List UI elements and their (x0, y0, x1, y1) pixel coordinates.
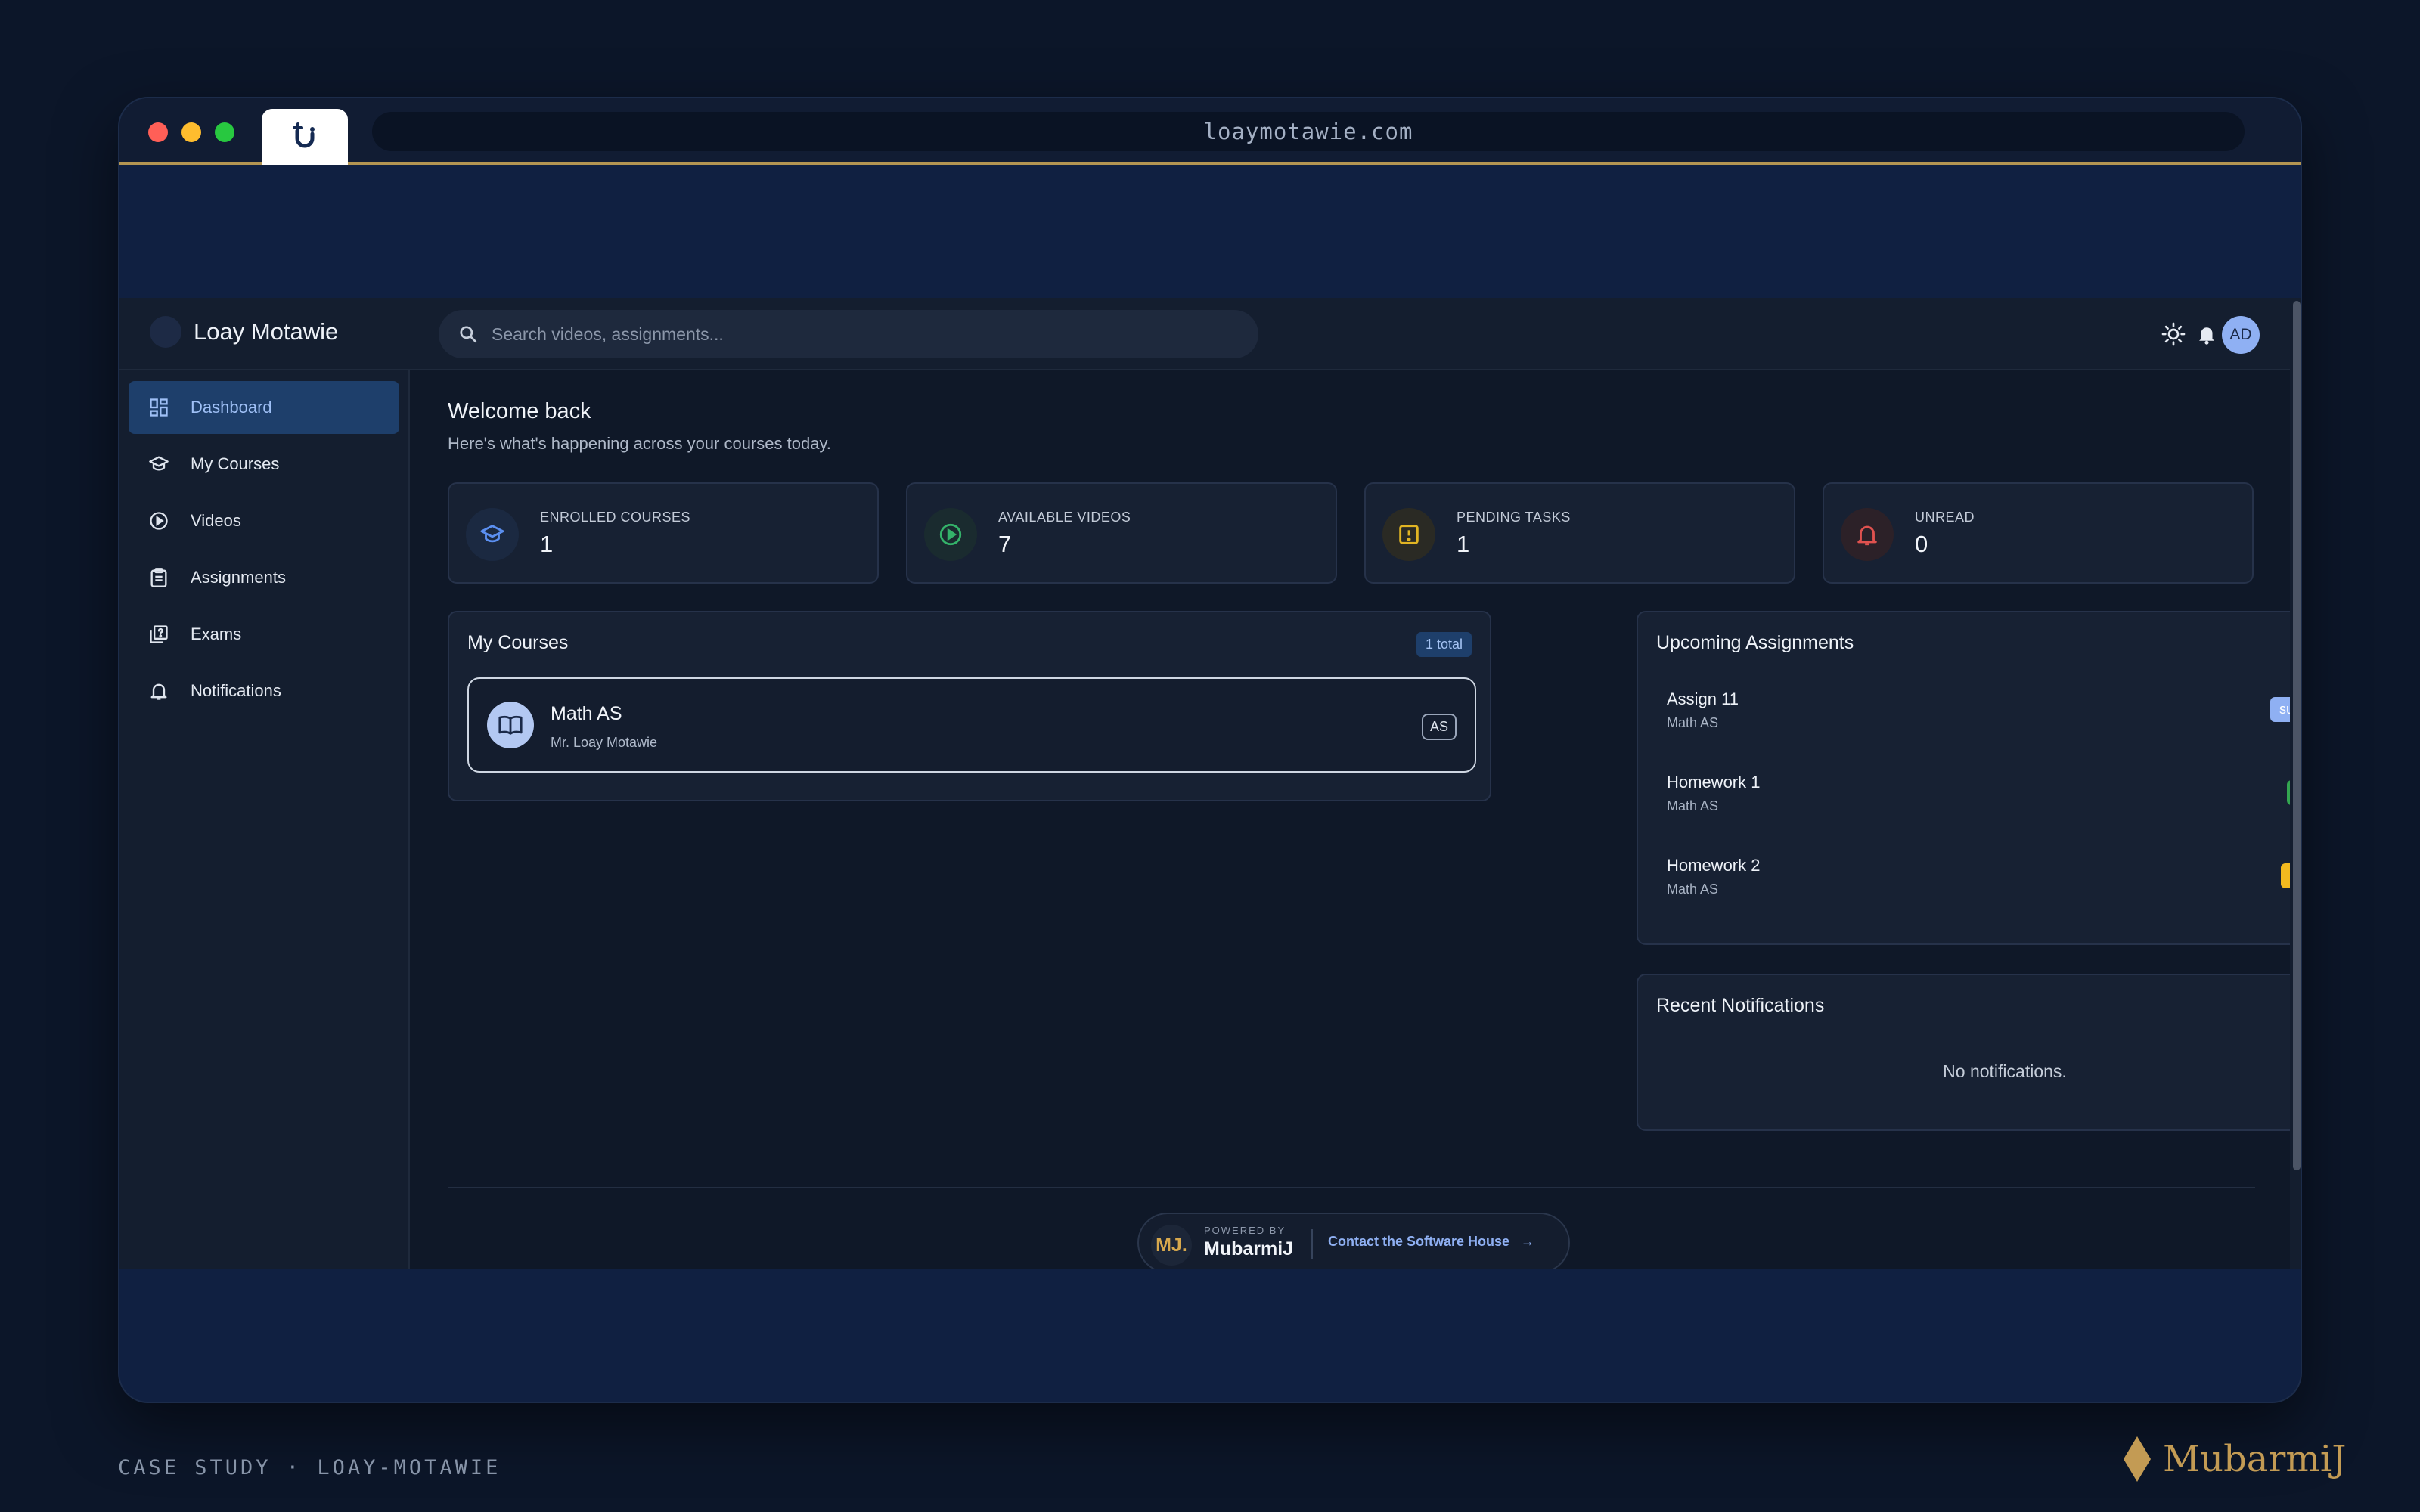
app-header: Loay Motawie Search videos, assignments.… (119, 298, 2290, 370)
book-icon (487, 702, 534, 748)
brand-logo-icon (150, 316, 182, 348)
course-count-badge: 1 total (1416, 632, 1472, 657)
brand-name: Loay Motawie (194, 318, 339, 345)
course-level-badge: AS (1421, 714, 1457, 740)
browser-titlebar: loaymotawie.com (119, 98, 2301, 165)
stat-value: 1 (1457, 531, 1470, 557)
assignment-course: Math AS (1667, 715, 1719, 730)
assignment-course: Math AS (1667, 881, 1719, 897)
sidebar: Dashboard My Courses Videos Assignments … (119, 370, 410, 1269)
sidebar-item-notifications[interactable]: Notifications (129, 665, 399, 717)
page-subtitle: Here's what's happening across your cour… (448, 434, 831, 453)
assignment-course: Math AS (1667, 798, 1719, 813)
assignment-title: Assign 11 (1667, 689, 1739, 708)
company-name: MubarmiJ (1204, 1238, 1294, 1259)
bell-icon (1841, 508, 1894, 561)
stat-value: 1 (540, 531, 554, 557)
assignment-item[interactable]: Assign 11 Math AS submitted (1667, 689, 2301, 758)
app-viewport: Loay Motawie Search videos, assignments.… (119, 298, 2301, 1269)
card-title: My Courses (467, 632, 569, 653)
sidebar-item-dashboard[interactable]: Dashboard (129, 381, 399, 434)
empty-notifications-text: No notifications. (1943, 1061, 2067, 1081)
browser-window: loaymotawie.com Loay Motawie Search vide… (118, 97, 2302, 1403)
stat-label: PENDING TASKS (1457, 510, 1571, 525)
site-logo-icon (293, 122, 315, 148)
search-bar[interactable] (439, 310, 1258, 358)
stat-card-enrolled-courses[interactable]: ENROLLED COURSES 1 (448, 482, 879, 584)
sidebar-item-label: My Courses (191, 454, 280, 473)
stat-label: ENROLLED COURSES (540, 510, 691, 525)
contact-link[interactable]: Contact the Software House → (1328, 1234, 1534, 1250)
mubarmij-brand: MubarmiJ (2124, 1436, 2346, 1482)
address-bar[interactable]: loaymotawie.com (372, 112, 2245, 151)
sidebar-item-label: Exams (191, 624, 242, 643)
scrollbar[interactable] (2290, 298, 2301, 1269)
sidebar-item-label: Dashboard (191, 398, 272, 417)
card-title: Recent Notifications (1656, 995, 1825, 1016)
bell-icon (2199, 327, 2214, 345)
quiz-icon (148, 624, 169, 645)
footer-divider (448, 1187, 2255, 1188)
card-title: Upcoming Assignments (1656, 632, 1854, 653)
sidebar-item-exams[interactable]: Exams (129, 608, 399, 661)
recent-notifications-card: Recent Notifications No notifications. (1637, 974, 2301, 1131)
sidebar-item-my-courses[interactable]: My Courses (129, 438, 399, 491)
dashboard-icon (148, 397, 169, 418)
upcoming-assignments-card: Upcoming Assignments Assign 11 Math AS s… (1637, 611, 2301, 945)
sidebar-item-label: Videos (191, 511, 241, 530)
play-circle-icon (924, 508, 977, 561)
stat-value: 7 (998, 531, 1012, 557)
my-courses-card: My Courses 1 total Math AS Mr. Loay Mota… (448, 611, 1491, 801)
main-content: Welcome back Here's what's happening acr… (448, 370, 2301, 1269)
sidebar-item-label: Assignments (191, 568, 286, 587)
stat-label: AVAILABLE VIDEOS (998, 510, 1131, 525)
clipboard-icon (148, 567, 169, 588)
assignment-title: Homework 2 (1667, 856, 1761, 875)
sidebar-item-assignments[interactable]: Assignments (129, 551, 399, 604)
graduation-cap-icon (466, 508, 519, 561)
alert-square-icon (1382, 508, 1435, 561)
scrollbar-thumb[interactable] (2293, 301, 2301, 1170)
browser-tab[interactable] (262, 109, 348, 165)
search-icon (460, 326, 477, 343)
contact-link-label: Contact the Software House (1328, 1234, 1510, 1249)
separator (1311, 1229, 1313, 1259)
brand[interactable]: Loay Motawie (150, 316, 338, 348)
arrow-right-icon: → (1521, 1234, 1535, 1249)
stat-label: UNREAD (1915, 510, 1975, 525)
assignment-item[interactable]: Homework 1 Math AS graded (1667, 773, 2301, 841)
diamond-icon (2124, 1436, 2151, 1482)
sun-icon (2161, 322, 2186, 346)
assignment-item[interactable]: Homework 2 Math AS pending (1667, 856, 2301, 924)
page-title: Welcome back (448, 399, 591, 423)
course-teacher: Mr. Loay Motawie (551, 735, 658, 750)
brand-wordmark: MubarmiJ (2163, 1438, 2347, 1480)
course-title: Math AS (551, 703, 622, 724)
mubarmij-logo: MJ. (1151, 1225, 1192, 1266)
stat-card-pending-tasks[interactable]: PENDING TASKS 1 (1364, 482, 1795, 584)
maximize-window-button[interactable] (215, 122, 234, 142)
sidebar-item-label: Notifications (191, 681, 281, 700)
close-window-button[interactable] (148, 122, 168, 142)
powered-by-badge[interactable]: MJ. POWERED BY MubarmiJ Contact the Soft… (1137, 1213, 1570, 1269)
stat-card-unread[interactable]: UNREAD 0 (1823, 482, 2254, 584)
graduation-cap-icon (148, 454, 169, 475)
sidebar-item-videos[interactable]: Videos (129, 494, 399, 547)
assignment-title: Homework 1 (1667, 773, 1761, 792)
bell-icon (148, 680, 169, 702)
stat-value: 0 (1915, 531, 1928, 557)
minimize-window-button[interactable] (182, 122, 201, 142)
course-item-math-as[interactable]: Math AS Mr. Loay Motawie AS (467, 677, 1476, 773)
search-input[interactable] (492, 324, 1258, 345)
case-study-caption: CASE STUDY · LOAY-MOTAWIE (118, 1456, 501, 1479)
play-circle-icon (148, 510, 169, 531)
notifications-button[interactable] (2192, 319, 2222, 349)
theme-toggle-button[interactable] (2158, 319, 2189, 349)
user-avatar[interactable]: AD (2222, 316, 2260, 354)
stat-card-available-videos[interactable]: AVAILABLE VIDEOS 7 (906, 482, 1337, 584)
powered-by-label: POWERED BY (1204, 1225, 1286, 1236)
